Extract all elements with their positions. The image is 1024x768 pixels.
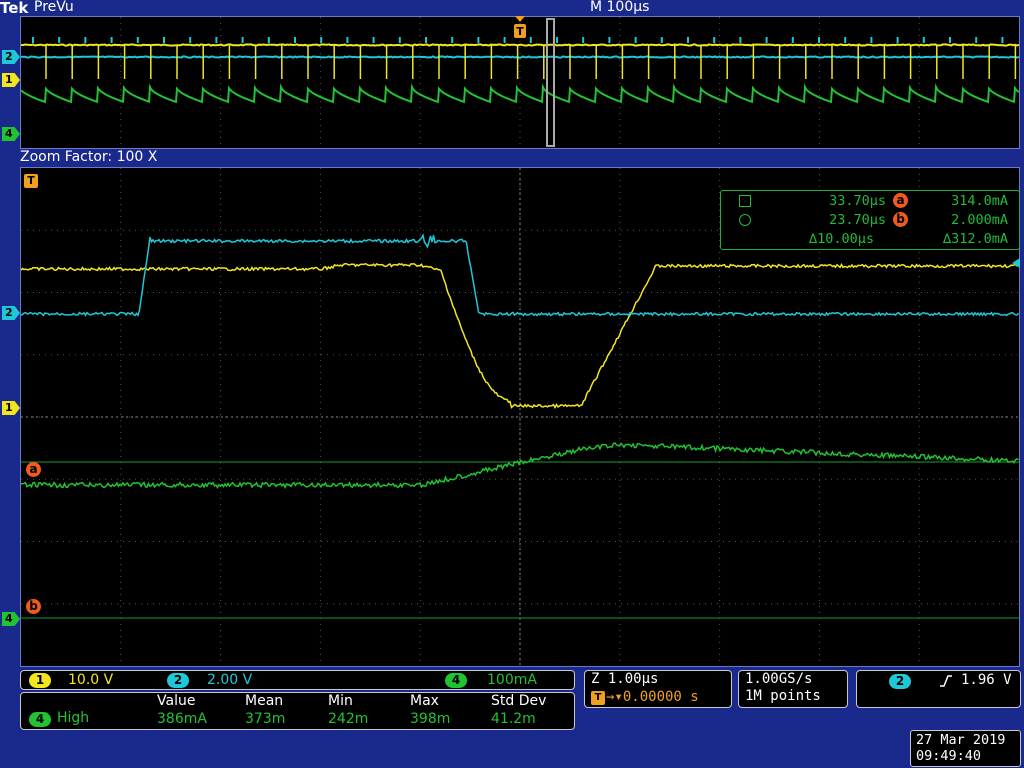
meas-header-min: Min: [328, 693, 353, 709]
ch1-badge: 1: [29, 673, 51, 688]
ch2-scale[interactable]: 2.00 V: [207, 672, 252, 688]
rising-edge-icon: [939, 674, 953, 688]
cursor-a-marker[interactable]: a: [26, 462, 41, 477]
trigger-position-icon: T: [591, 691, 605, 705]
horizontal-settings-panel[interactable]: Z 1.00µs T →▾0.00000 s: [584, 670, 732, 708]
measurement-source-badge: 4: [29, 712, 51, 727]
cursor-a-value: 314.0mA: [951, 193, 1008, 209]
ch2-badge: 2: [167, 673, 189, 688]
measurement-panel[interactable]: 4 High Value Mean Min Max Std Dev 386mA …: [20, 692, 575, 730]
brand-logo: Tek: [0, 0, 29, 17]
meas-mean: 373m: [245, 711, 286, 727]
acquisition-panel[interactable]: 1.00GS/s 1M points: [738, 670, 848, 708]
ch2-marker-overview[interactable]: 2: [2, 50, 20, 64]
cursor-b-badge: b: [893, 212, 908, 227]
cursor-readout-panel: 33.70µs a 314.0mA 23.70µs b 2.000mA ∆10.…: [720, 190, 1020, 250]
meas-value: 386mA: [157, 711, 207, 727]
zoom-factor-label: Zoom Factor: 100 X: [20, 149, 158, 165]
cursor-a-badge: a: [893, 193, 908, 208]
meas-header-stddev: Std Dev: [491, 693, 547, 709]
ch4-marker-zoom[interactable]: 4: [2, 612, 20, 626]
ch1-marker-zoom[interactable]: 1: [2, 401, 20, 415]
meas-max: 398m: [410, 711, 451, 727]
cursor-square-icon: [739, 195, 751, 207]
meas-stddev: 41.2m: [491, 711, 536, 727]
datetime-panel: 27 Mar 2019 09:49:40: [910, 730, 1021, 767]
channel-scale-bar[interactable]: 1 10.0 V 2 2.00 V 4 100mA: [20, 670, 575, 690]
ch4-marker-overview[interactable]: 4: [2, 127, 20, 141]
measurement-name: High: [57, 710, 90, 726]
trigger-level[interactable]: 1.96 V: [961, 672, 1012, 688]
zoom-window-box: [546, 18, 555, 147]
horizontal-position[interactable]: →▾0.00000 s: [606, 689, 699, 705]
timebase-readout: M 100µs: [590, 0, 650, 15]
cursor-delta-value: ∆312.0mA: [942, 231, 1008, 247]
ch1-overview-trace: [21, 43, 1019, 47]
ch2-trigger-level-icon: [1010, 258, 1020, 268]
ch1-marker-overview[interactable]: 1: [2, 73, 20, 87]
trigger-source-badge: 2: [889, 674, 911, 689]
trigger-marker-zoom[interactable]: T: [23, 173, 39, 189]
ch2-marker-zoom[interactable]: 2: [2, 306, 20, 320]
meas-min: 242m: [328, 711, 369, 727]
trigger-zoom-label: T: [27, 174, 35, 187]
ch1-zoom-trace: [21, 262, 1019, 410]
cursor-1-time: 33.70µs: [829, 193, 886, 209]
acquisition-mode: PreVu: [34, 0, 74, 15]
sample-rate: 1.00GS/s: [745, 671, 813, 687]
cursor-2-time: 23.70µs: [829, 212, 886, 228]
trigger-position-marker[interactable]: T: [513, 16, 527, 40]
ch4-scale[interactable]: 100mA: [487, 672, 537, 688]
ch4-badge: 4: [445, 673, 467, 688]
date-readout: 27 Mar 2019: [916, 732, 1006, 748]
record-length: 1M points: [745, 688, 821, 704]
trigger-label: T: [516, 25, 524, 38]
cursor-circle-icon: [739, 214, 751, 226]
meas-header-value: Value: [157, 693, 196, 709]
trigger-settings-panel[interactable]: 2 1.96 V: [856, 670, 1021, 708]
time-readout: 09:49:40: [916, 748, 982, 764]
cursor-b-marker[interactable]: b: [26, 599, 41, 614]
ch1-scale[interactable]: 10.0 V: [68, 672, 113, 688]
meas-header-mean: Mean: [245, 693, 284, 709]
meas-header-max: Max: [410, 693, 439, 709]
cursor-b-value: 2.000mA: [951, 212, 1008, 228]
zoom-timebase[interactable]: Z 1.00µs: [591, 671, 658, 687]
ch2-overview-trace: [21, 55, 1019, 59]
cursor-delta-time: ∆10.00µs: [808, 231, 874, 247]
